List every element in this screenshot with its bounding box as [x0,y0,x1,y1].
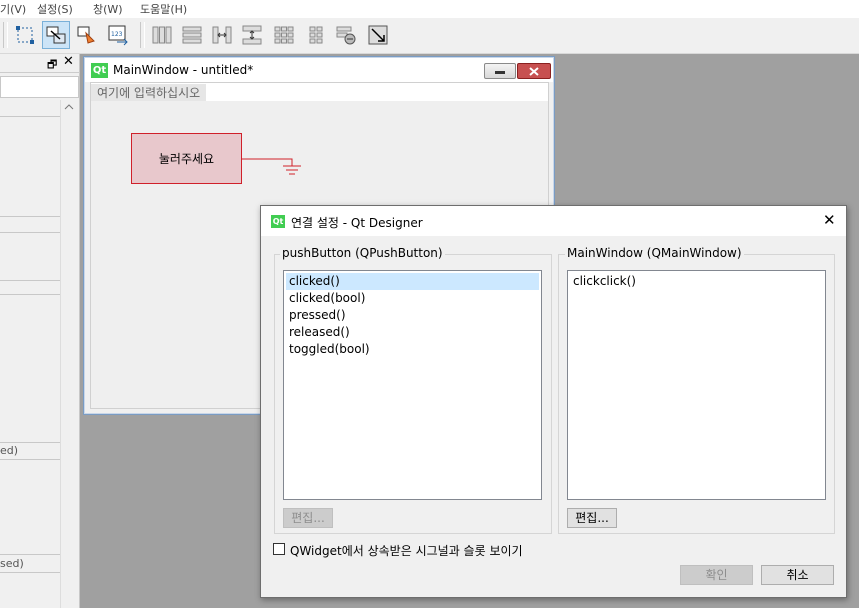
toolbar: 123 [0,18,859,54]
connection-ground-icon [242,158,301,175]
menu-settings[interactable]: 설정(S) [37,1,73,17]
svg-text:123: 123 [111,31,123,38]
form-title: MainWindow - untitled* [113,63,254,77]
dialog-title: 연결 설정 - Qt Designer [291,216,423,230]
dialog-close-icon[interactable]: ✕ [823,211,836,229]
dialog-titlebar[interactable]: Qt 연결 설정 - Qt Designer ✕ [261,206,846,236]
dock-divider [0,116,60,117]
menu-window[interactable]: 창(W) [93,1,123,17]
edit-signals-slots-icon[interactable] [42,21,70,49]
qt-logo-icon: Qt [271,215,285,228]
edit-widgets-icon[interactable] [11,21,39,49]
signal-item[interactable]: toggled(bool) [286,341,539,358]
layout-form-icon[interactable] [302,21,330,49]
menu-placeholder[interactable]: 여기에 입력하십시오 [91,84,207,101]
form-menubar[interactable]: 여기에 입력하십시오 [91,83,548,101]
layout-vertical-splitter-icon[interactable] [238,21,266,49]
signal-list[interactable]: clicked() clicked(bool) pressed() releas… [283,270,542,500]
widget-box-dock: 🗗 ✕ ed) sed) [0,54,80,608]
ok-button[interactable]: 확인 [680,565,753,585]
cancel-button[interactable]: 취소 [761,565,834,585]
edit-slots-button[interactable]: 편집... [567,508,617,528]
layout-horizontal-icon[interactable] [148,21,176,49]
dock-divider [0,280,60,281]
minimize-icon [495,71,505,74]
dock-divider [0,572,60,573]
inherited-checkbox[interactable] [273,543,285,555]
layout-grid-icon[interactable] [270,21,298,49]
edit-signals-button[interactable]: 편집... [283,508,333,528]
dock-divider [0,294,60,295]
dock-close-icon[interactable]: ✕ [63,54,74,69]
adjust-size-icon[interactable] [364,21,392,49]
sender-group: pushButton (QPushButton) clicked() click… [274,246,552,534]
dock-float-icon[interactable]: 🗗 [47,56,57,75]
dock-divider [0,216,60,217]
menu-help[interactable]: 도움말(H) [140,1,187,17]
dock-divider [0,442,60,443]
dock-scrollbar[interactable] [60,100,77,608]
layout-horizontal-splitter-icon[interactable] [208,21,236,49]
signal-item[interactable]: clicked() [286,273,539,290]
dock-divider [0,554,60,555]
receiver-group-title: MainWindow (QMainWindow) [565,246,744,260]
dock-item-fragment: sed) [0,557,24,570]
dock-item-fragment: ed) [0,444,19,457]
inherited-checkbox-label[interactable]: QWidget에서 상속받은 시그널과 슬롯 보이기 [290,542,523,559]
push-button[interactable]: 눌러주세요 [131,133,242,184]
layout-vertical-icon[interactable] [178,21,206,49]
signal-item[interactable]: pressed() [286,307,539,324]
close-icon [529,67,539,76]
slot-item[interactable]: clickclick() [570,273,823,290]
receiver-group: MainWindow (QMainWindow) clickclick() 편집… [558,246,835,534]
toolbar-separator [140,22,145,48]
slot-list[interactable]: clickclick() [567,270,826,500]
signal-item[interactable]: released() [286,324,539,341]
break-layout-icon[interactable] [332,21,360,49]
minimize-button[interactable] [484,63,516,79]
connection-dialog[interactable]: Qt 연결 설정 - Qt Designer ✕ pushButton (QPu… [260,205,847,598]
dock-divider [0,459,60,460]
sender-group-title: pushButton (QPushButton) [280,246,445,260]
menu-view[interactable]: 기(V) [0,1,26,17]
signal-item[interactable]: clicked(bool) [286,290,539,307]
dock-titlebar: 🗗 ✕ [0,54,80,73]
menu-bar: 기(V) 설정(S) 창(W) 도움말(H) [0,0,859,18]
close-button[interactable] [517,63,551,79]
qt-logo-icon: Qt [91,63,108,78]
form-titlebar[interactable]: Qt MainWindow - untitled* [85,58,553,82]
edit-tab-order-icon[interactable]: 123 [104,21,132,49]
dock-divider [0,232,60,233]
dock-filter-input[interactable] [0,76,79,98]
toolbar-handle[interactable] [3,22,8,48]
edit-buddies-icon[interactable] [73,21,101,49]
